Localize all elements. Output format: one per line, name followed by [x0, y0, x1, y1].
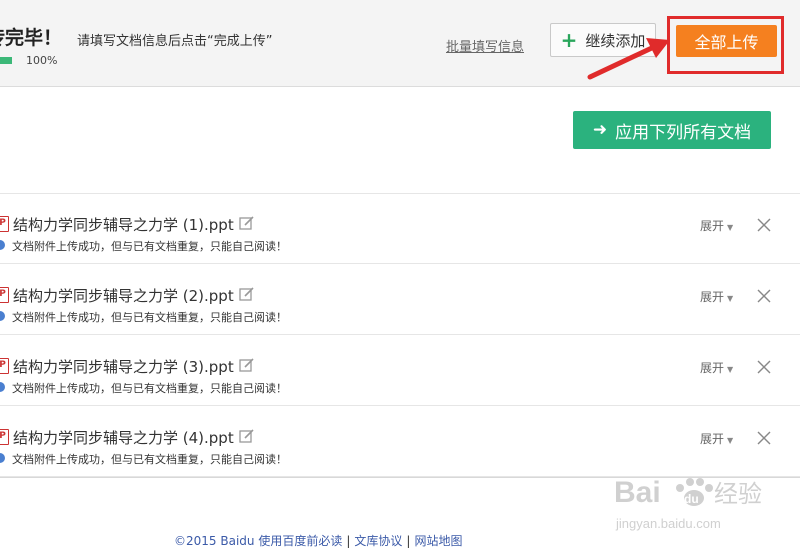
info-icon [0, 453, 5, 463]
footer-separator: | [406, 534, 411, 548]
footer-separator: | [346, 534, 351, 548]
close-icon[interactable] [757, 218, 771, 232]
ppt-file-icon: P [0, 358, 9, 374]
file-name: 结构力学同步辅导之力学 (1).ppt [13, 216, 234, 234]
expand-label: 展开 [700, 290, 725, 304]
file-name: 结构力学同步辅导之力学 (2).ppt [13, 287, 234, 305]
file-status-text: 文档附件上传成功，但与已有文档重复，只能自己阅读！ [12, 240, 287, 253]
file-name: 结构力学同步辅导之力学 (4).ppt [13, 429, 234, 447]
apply-to-all-label: 应用下列所有文档 [615, 122, 752, 143]
close-icon[interactable] [757, 360, 771, 374]
footer: ©2015 Baidu 使用百度前必读 | 文库协议 | 网站地图 [174, 532, 462, 549]
caret-down-icon: ▼ [727, 436, 734, 445]
file-status-text: 文档附件上传成功，但与已有文档重复，只能自己阅读！ [12, 311, 287, 324]
caret-down-icon: ▼ [727, 365, 734, 374]
edit-icon[interactable] [239, 428, 255, 444]
expand-button[interactable]: 展开 ▼ [700, 288, 733, 305]
expand-label: 展开 [700, 361, 725, 375]
file-status-text: 文档附件上传成功，但与已有文档重复，只能自己阅读！ [12, 453, 287, 466]
expand-button[interactable]: 展开 ▼ [700, 217, 733, 234]
file-row: P 结构力学同步辅导之力学 (3).ppt 文档附件上传成功，但与已有文档重复，… [0, 336, 800, 406]
close-icon[interactable] [757, 431, 771, 445]
expand-button[interactable]: 展开 ▼ [700, 359, 733, 376]
file-name: 结构力学同步辅导之力学 (3).ppt [13, 358, 234, 376]
watermark-product: 经验 [714, 480, 762, 508]
edit-icon[interactable] [239, 357, 255, 373]
arrow-right-icon: ➜ [592, 120, 608, 140]
footer-copyright: ©2015 Baidu [174, 534, 255, 548]
info-icon [0, 311, 5, 321]
ppt-file-icon: P [0, 429, 9, 445]
expand-label: 展开 [700, 219, 725, 233]
footer-link-agreement[interactable]: 文库协议 [354, 534, 402, 548]
ppt-file-icon: P [0, 287, 9, 303]
expand-button[interactable]: 展开 ▼ [700, 430, 733, 447]
caret-down-icon: ▼ [727, 294, 734, 303]
footer-link-sitemap[interactable]: 网站地图 [414, 534, 462, 548]
info-icon [0, 240, 5, 250]
ppt-file-icon: P [0, 216, 9, 232]
info-icon [0, 382, 5, 392]
file-row: P 结构力学同步辅导之力学 (2).ppt 文档附件上传成功，但与已有文档重复，… [0, 265, 800, 335]
file-row: P 结构力学同步辅导之力学 (1).ppt 文档附件上传成功，但与已有文档重复，… [0, 194, 800, 264]
annotation-arrow-icon [587, 38, 670, 80]
caret-down-icon: ▼ [727, 223, 734, 232]
file-status-text: 文档附件上传成功，但与已有文档重复，只能自己阅读！ [12, 382, 287, 395]
watermark-brand: Bai [614, 476, 661, 509]
edit-icon[interactable] [239, 215, 255, 231]
close-icon[interactable] [757, 289, 771, 303]
watermark-url: jingyan.baidu.com [615, 516, 721, 531]
footer-link-read-before-use[interactable]: 使用百度前必读 [258, 534, 342, 548]
file-row: P 结构力学同步辅导之力学 (4).ppt 文档附件上传成功，但与已有文档重复，… [0, 407, 800, 477]
baidu-jingyan-watermark-logo: Bai du 经验 jingyan.baidu.com [614, 476, 762, 531]
expand-label: 展开 [700, 432, 725, 446]
watermark-brand-du: du [684, 492, 699, 506]
edit-icon[interactable] [239, 286, 255, 302]
apply-to-all-button[interactable]: ➜ 应用下列所有文档 [573, 111, 771, 149]
